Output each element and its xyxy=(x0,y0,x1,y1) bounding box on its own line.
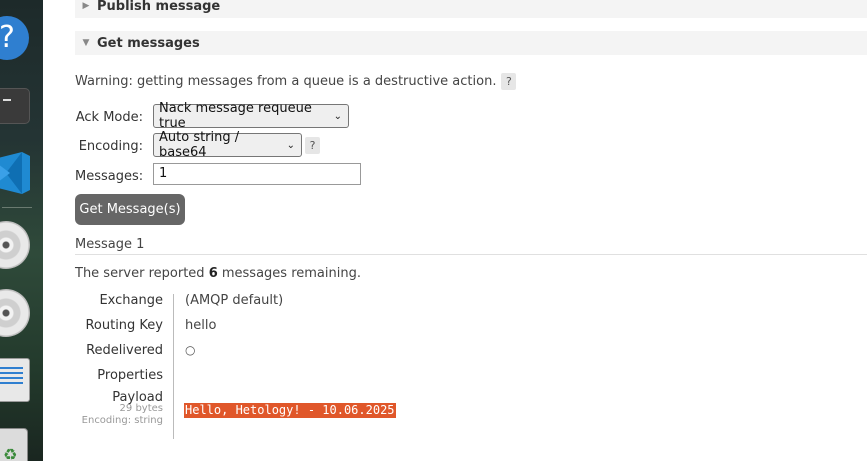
publish-message-title: Publish message xyxy=(97,0,221,14)
dock-separator xyxy=(2,207,32,208)
help-icon[interactable]: ? xyxy=(501,73,517,90)
app-dock: ? ♻ xyxy=(0,0,43,461)
ack-mode-value: Nack message requeue true xyxy=(159,101,312,131)
payload-size: 29 bytes xyxy=(119,403,163,414)
payload-value: Hello, Hetology! - 10.06.2025 xyxy=(184,403,396,418)
encoding-select[interactable]: Auto string / base64 ⌄ xyxy=(153,130,302,160)
exchange-label: Exchange xyxy=(99,293,163,308)
help-icon[interactable]: ? xyxy=(305,137,320,154)
trash-icon[interactable]: ♻ xyxy=(0,428,28,461)
drive-icon[interactable] xyxy=(0,358,30,402)
publish-message-header[interactable]: ▶ Publish message xyxy=(75,0,867,18)
collapse-triangle-icon: ▼ xyxy=(82,38,90,48)
message-title: Message 1 xyxy=(75,237,145,252)
encoding-value: Auto string / base64 xyxy=(159,130,240,160)
properties-label: Properties xyxy=(97,368,163,383)
expand-triangle-icon: ▶ xyxy=(82,1,90,11)
encoding-label: Encoding: xyxy=(78,139,143,154)
terminal-icon[interactable] xyxy=(0,88,30,124)
remaining-prefix: The server reported xyxy=(75,266,209,281)
payload-encoding: Encoding: string xyxy=(81,415,163,426)
disc-icon[interactable] xyxy=(0,221,30,269)
get-messages-button[interactable]: Get Message(s) xyxy=(75,194,185,225)
get-messages-header[interactable]: ▼ Get messages xyxy=(75,31,867,55)
messages-count-input[interactable]: 1 xyxy=(153,163,361,185)
remaining-count: 6 xyxy=(208,266,218,281)
ack-mode-label: Ack Mode: xyxy=(75,110,143,125)
help-icon[interactable]: ? xyxy=(0,16,29,60)
chevron-down-icon: ⌄ xyxy=(286,139,295,151)
exchange-value: (AMQP default) xyxy=(185,293,284,308)
details-divider xyxy=(173,294,174,439)
messages-label: Messages: xyxy=(75,169,144,184)
routing-key-value: hello xyxy=(185,318,217,333)
remaining-suffix: messages remaining. xyxy=(217,266,361,281)
vscode-icon[interactable] xyxy=(0,150,32,196)
chevron-down-icon: ⌄ xyxy=(333,110,342,122)
redelivered-indicator: ○ xyxy=(185,343,196,357)
redelivered-label: Redelivered xyxy=(86,343,163,358)
destructive-warning: Warning: getting messages from a queue i… xyxy=(75,73,517,90)
ack-mode-select[interactable]: Nack message requeue true ⌄ xyxy=(153,101,349,131)
divider xyxy=(75,254,867,255)
disc-icon[interactable] xyxy=(0,289,30,337)
messages-remaining: The server reported 6 messages remaining… xyxy=(75,266,361,281)
warning-text: Warning: getting messages from a queue i… xyxy=(75,74,497,89)
get-messages-title: Get messages xyxy=(97,35,200,51)
main-content: ▶ Publish message ▼ Get messages Warning… xyxy=(43,0,867,461)
routing-key-label: Routing Key xyxy=(85,318,163,333)
